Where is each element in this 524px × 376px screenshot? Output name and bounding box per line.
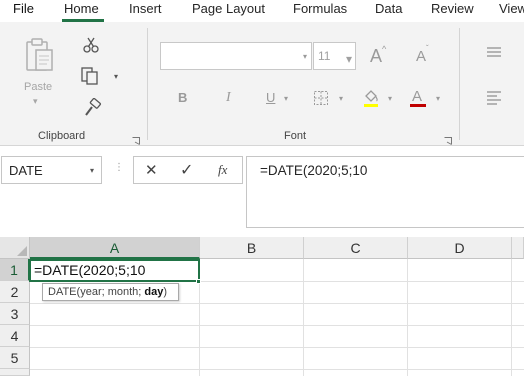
tab-insert[interactable]: Insert — [129, 1, 162, 16]
column-header-d[interactable]: D — [408, 237, 512, 259]
gridline — [511, 259, 512, 376]
paste-icon[interactable] — [22, 36, 56, 76]
column-header-c[interactable]: C — [304, 237, 408, 259]
function-signature-tooltip: DATE(year; month; day) — [42, 283, 179, 301]
tab-data[interactable]: Data — [375, 1, 402, 16]
font-size-select[interactable]: 11 ▾ — [313, 42, 356, 70]
column-header-b[interactable]: B — [200, 237, 304, 259]
tooltip-args: year; month; — [80, 286, 145, 298]
tab-review[interactable]: Review — [431, 1, 474, 16]
tooltip-close-paren: ) — [163, 286, 168, 298]
borders-icon[interactable] — [313, 90, 329, 106]
splitter-handle-icon[interactable]: ⋮ — [114, 162, 124, 173]
gridline — [30, 325, 524, 326]
font-color-button[interactable]: A — [410, 88, 426, 108]
gridline — [407, 259, 408, 376]
fill-color-dropdown-icon[interactable]: ▾ — [388, 94, 392, 103]
paste-dropdown-icon[interactable]: ▾ — [33, 96, 38, 107]
underline-button[interactable]: U — [266, 90, 275, 105]
borders-dropdown-icon[interactable]: ▾ — [339, 94, 343, 103]
paste-button[interactable]: Paste — [24, 81, 52, 93]
name-box[interactable]: DATE ▾ — [1, 156, 102, 184]
ribbon-tab-bar: File Home Insert Page Layout Formulas Da… — [0, 0, 524, 22]
align-top-icon[interactable] — [486, 46, 502, 60]
name-box-dropdown-icon[interactable]: ▾ — [90, 166, 94, 175]
font-size-value: 11 — [318, 49, 331, 63]
enter-icon[interactable]: ✓ — [180, 160, 193, 180]
cancel-icon[interactable]: ✕ — [145, 161, 158, 179]
tab-formulas[interactable]: Formulas — [293, 1, 347, 16]
tab-home[interactable]: Home — [64, 1, 99, 16]
formula-bar-buttons: ✕ ✓ fx — [133, 156, 243, 184]
tooltip-function-name[interactable]: DATE — [48, 286, 77, 298]
cell-a1-value: =DATE(2020;5;10 — [34, 262, 146, 278]
fill-handle[interactable] — [196, 279, 201, 284]
group-separator — [147, 28, 148, 140]
tab-page-layout[interactable]: Page Layout — [192, 1, 265, 16]
column-header-a[interactable]: A — [30, 237, 200, 259]
row-header-2[interactable]: 2 — [0, 281, 30, 303]
column-header-e[interactable] — [512, 237, 524, 259]
caret-down-small-icon: ˇ — [426, 44, 429, 53]
shrink-font-button[interactable]: A — [416, 48, 426, 65]
row-header-1[interactable]: 1 — [0, 259, 30, 281]
copy-icon[interactable] — [80, 66, 100, 86]
underline-dropdown-icon[interactable]: ▾ — [284, 94, 288, 103]
font-launcher-icon[interactable] — [444, 132, 452, 145]
font-color-glyph: A — [412, 88, 423, 105]
worksheet-grid: A B C D 1 2 3 4 5 =DATE(2020;5;10 DATE(y… — [0, 237, 524, 376]
row-header-3[interactable]: 3 — [0, 303, 30, 325]
cut-icon[interactable] — [82, 36, 100, 54]
chevron-down-icon: ▾ — [346, 52, 353, 66]
italic-button[interactable]: I — [226, 90, 231, 106]
font-color-dropdown-icon[interactable]: ▾ — [436, 94, 440, 103]
font-name-select[interactable]: ▾ — [160, 42, 312, 70]
formula-text: =DATE(2020;5;10 — [260, 163, 368, 178]
grow-font-button[interactable]: A — [370, 46, 382, 67]
formula-bar-input[interactable]: =DATE(2020;5;10 — [246, 156, 524, 228]
tab-file[interactable]: File — [13, 1, 34, 16]
clipboard-group-label: Clipboard — [38, 130, 86, 142]
gridline — [30, 369, 524, 370]
group-separator — [459, 28, 460, 140]
align-left-icon[interactable] — [486, 90, 502, 106]
tab-view[interactable]: View — [499, 1, 524, 16]
gridline — [303, 259, 304, 376]
fill-color-icon[interactable] — [362, 88, 380, 108]
font-group-label: Font — [284, 130, 307, 142]
select-all-triangle-icon — [17, 246, 27, 256]
ribbon: Paste ▾ ▾ Clipboard ▾ 11 ▾ A ^ A ˇ B I U… — [0, 22, 524, 146]
caret-up-icon: ^ — [382, 44, 387, 54]
tooltip-current-arg: day — [144, 286, 164, 298]
name-box-value: DATE — [9, 163, 43, 178]
row-header-5[interactable]: 5 — [0, 347, 30, 369]
cell-a1[interactable]: =DATE(2020;5;10 — [29, 259, 200, 282]
format-painter-icon[interactable] — [82, 97, 102, 118]
gridline — [30, 347, 524, 348]
clipboard-launcher-icon[interactable] — [132, 132, 140, 145]
row-header-4[interactable]: 4 — [0, 325, 30, 347]
font-color-swatch — [410, 104, 426, 107]
insert-function-icon[interactable]: fx — [218, 162, 227, 178]
chevron-down-icon: ▾ — [303, 52, 308, 61]
copy-dropdown-icon[interactable]: ▾ — [114, 72, 118, 81]
select-all-button[interactable] — [0, 237, 30, 259]
row-header-6[interactable] — [0, 369, 30, 376]
bold-button[interactable]: B — [178, 90, 187, 105]
gridline — [30, 303, 524, 304]
